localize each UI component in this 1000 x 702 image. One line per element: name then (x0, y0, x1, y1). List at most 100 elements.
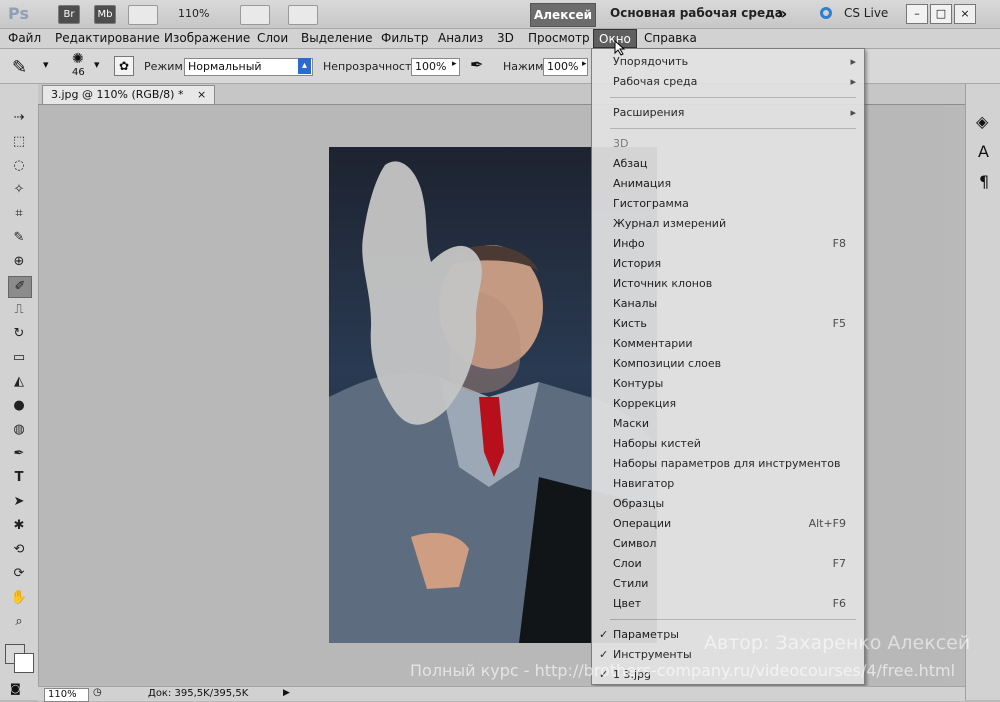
menu-item-гистограмма[interactable]: Гистограмма (592, 194, 864, 214)
menu-item-образцы[interactable]: Образцы (592, 494, 864, 514)
screen-mode-button[interactable] (288, 5, 318, 25)
brush-tool-icon[interactable]: ✐ (8, 276, 32, 298)
opacity-slider-arrow-icon[interactable]: ▸ (452, 59, 457, 69)
menu-3d[interactable]: 3D (497, 29, 514, 48)
workspace-switcher[interactable]: Основная рабочая среда (610, 6, 783, 20)
tablet-pressure-opacity-icon[interactable]: ✒ (470, 55, 483, 74)
eyedropper-tool-icon[interactable]: ✎ (8, 228, 30, 248)
zoom-tool-icon[interactable]: ⌕ (8, 612, 30, 632)
menu-item-рабочая-среда[interactable]: Рабочая среда ▸ (592, 72, 864, 92)
menu-item-маски[interactable]: Маски (592, 414, 864, 434)
clone-stamp-tool-icon[interactable]: ⎍ (8, 300, 30, 320)
brush-picker-icon[interactable]: ✺ (72, 51, 84, 67)
menu-item-анимация[interactable]: Анимация (592, 174, 864, 194)
hand-tool-icon[interactable]: ✋ (8, 588, 30, 608)
menu-item-label: Наборы параметров для инструментов (613, 457, 841, 470)
eraser-tool-icon[interactable]: ▭ (8, 348, 30, 368)
3d-orbit-tool-icon[interactable]: ⟳ (8, 564, 30, 584)
menu-item-кисть[interactable]: Кисть F5 (592, 314, 864, 334)
document-tab[interactable]: 3.jpg @ 110% (RGB/8) * × (42, 85, 216, 104)
view-extras-button[interactable] (128, 5, 158, 25)
3d-rotate-tool-icon[interactable]: ⟲ (8, 540, 30, 560)
brush-picker-dropdown-icon[interactable]: ▾ (94, 58, 100, 71)
menu-item-3d[interactable]: 3D (592, 134, 864, 154)
close-document-icon[interactable]: × (197, 88, 206, 101)
more-workspaces-chevron-icon[interactable]: » (777, 4, 787, 23)
menu-edit[interactable]: Редактирование (55, 29, 160, 48)
shortcut-label: F7 (832, 557, 846, 570)
status-menu-arrow-icon[interactable]: ▶ (283, 688, 290, 698)
menu-item-стили[interactable]: Стили (592, 574, 864, 594)
paint-bucket-tool-icon[interactable]: ◭ (8, 372, 30, 392)
menu-file[interactable]: Файл (8, 29, 41, 48)
menu-filter[interactable]: Фильтр (381, 29, 428, 48)
menu-item-label: Инфо (613, 237, 645, 250)
dodge-tool-icon[interactable]: ◍ (8, 420, 30, 440)
healing-brush-tool-icon[interactable]: ⊕ (8, 252, 30, 272)
menu-help[interactable]: Справка (644, 29, 697, 48)
submenu-arrow-icon: ▸ (850, 106, 856, 119)
menu-item-label: 3D (613, 137, 629, 150)
flow-slider-arrow-icon[interactable]: ▸ (582, 59, 587, 69)
crop-tool-icon[interactable]: ⌗ (8, 204, 30, 224)
bridge-button[interactable]: Br (58, 5, 80, 24)
menu-item-символ[interactable]: Символ (592, 534, 864, 554)
blend-mode-select[interactable]: Нормальный (184, 58, 313, 76)
move-tool-icon[interactable]: ⇢ (8, 108, 30, 128)
menu-item-операции[interactable]: Операции Alt+F9 (592, 514, 864, 534)
cs-live-button[interactable]: CS Live (844, 6, 888, 20)
tools-panel: ⇢ ⬚ ◌ ✧ ⌗ ✎ ⊕ ✐ ⎍ ↻ ▭ ◭ ● ◍ ✒ T ➤ ✱ ⟲ ⟳ … (0, 84, 39, 700)
menu-item-наборы-параметров-для-инструментов[interactable]: Наборы параметров для инструментов (592, 454, 864, 474)
marquee-tool-icon[interactable]: ⬚ (8, 132, 30, 152)
tool-preset-dropdown-icon[interactable]: ▾ (43, 58, 49, 71)
type-tool-icon[interactable]: T (8, 468, 30, 488)
arrange-documents-button[interactable] (240, 5, 270, 25)
menu-item-label: Маски (613, 417, 650, 430)
path-selection-tool-icon[interactable]: ➤ (8, 492, 30, 512)
menu-item-комментарии[interactable]: Комментарии (592, 334, 864, 354)
menu-item-наборы-кистей[interactable]: Наборы кистей (592, 434, 864, 454)
menu-view[interactable]: Просмотр (528, 29, 590, 48)
menu-item-источник-клонов[interactable]: Источник клонов (592, 274, 864, 294)
menu-item-инфо[interactable]: Инфо F8 (592, 234, 864, 254)
menu-item-слои[interactable]: Слои F7 (592, 554, 864, 574)
user-account-button[interactable]: Алексей (530, 3, 596, 27)
menu-item-контуры[interactable]: Контуры (592, 374, 864, 394)
mini-bridge-button[interactable]: Mb (94, 5, 116, 24)
menu-select[interactable]: Выделение (301, 29, 372, 48)
menu-item-упорядочить[interactable]: Упорядочить ▸ (592, 52, 864, 72)
menu-item-абзац[interactable]: Абзац (592, 154, 864, 174)
brush-tool-preset-icon[interactable]: ✎ (12, 57, 27, 78)
menu-item-label: Комментарии (613, 337, 693, 350)
minimize-button[interactable]: – (906, 4, 928, 24)
character-panel-icon[interactable]: A (978, 142, 989, 161)
brush-panel-toggle-icon[interactable]: ✿ (114, 56, 134, 76)
background-color-swatch[interactable] (14, 653, 34, 673)
quick-selection-tool-icon[interactable]: ✧ (8, 180, 30, 200)
menu-item-цвет[interactable]: Цвет F6 (592, 594, 864, 614)
pen-tool-icon[interactable]: ✒ (8, 444, 30, 464)
menu-image[interactable]: Изображение (164, 29, 250, 48)
blend-mode-chevron-icon[interactable]: ▴ (298, 58, 311, 74)
blur-tool-icon[interactable]: ● (8, 396, 30, 416)
shape-tool-icon[interactable]: ✱ (8, 516, 30, 536)
layers-panel-icon[interactable]: ◈ (976, 112, 988, 131)
menu-item-журнал-измерений[interactable]: Журнал измерений (592, 214, 864, 234)
zoom-level-field[interactable]: 110% (178, 5, 228, 23)
menu-item-коррекция[interactable]: Коррекция (592, 394, 864, 414)
menu-item-навигатор[interactable]: Навигатор (592, 474, 864, 494)
maximize-button[interactable]: □ (930, 4, 952, 24)
submenu-arrow-icon: ▸ (850, 75, 856, 88)
lasso-tool-icon[interactable]: ◌ (8, 156, 30, 176)
menu-layers[interactable]: Слои (257, 29, 288, 48)
menu-item-история[interactable]: История (592, 254, 864, 274)
menu-item-каналы[interactable]: Каналы (592, 294, 864, 314)
checkmark-icon: ✓ (599, 628, 609, 641)
menu-analysis[interactable]: Анализ (438, 29, 483, 48)
close-button[interactable]: × (954, 4, 976, 24)
quick-mask-icon[interactable]: ◙ (10, 682, 21, 695)
menu-item-композиции-слоев[interactable]: Композиции слоев (592, 354, 864, 374)
paragraph-panel-icon[interactable]: ¶ (979, 172, 989, 191)
history-brush-tool-icon[interactable]: ↻ (8, 324, 30, 344)
menu-item-расширения[interactable]: Расширения ▸ (592, 103, 864, 123)
